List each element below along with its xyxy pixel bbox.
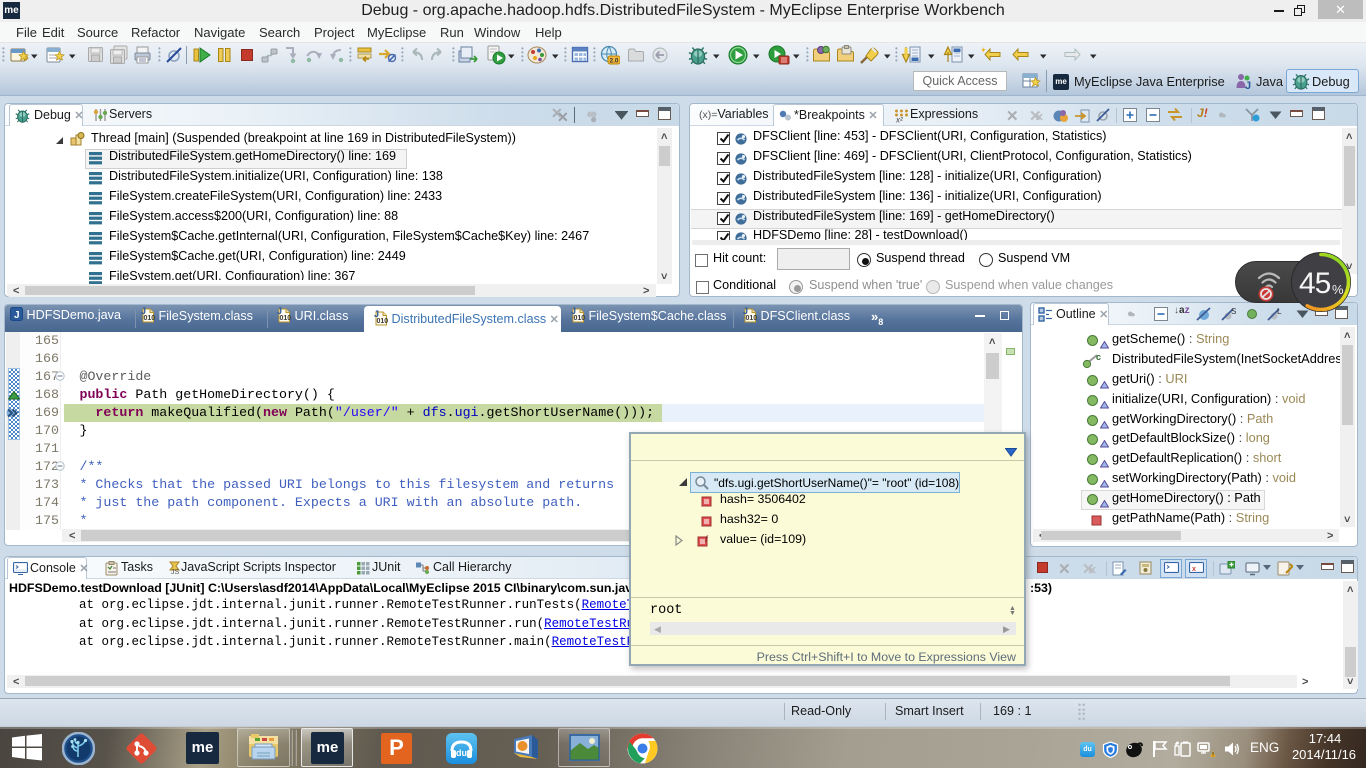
svg-text:J: J xyxy=(374,310,379,319)
svg-text:!: ! xyxy=(1212,753,1214,759)
svg-text:JS: JS xyxy=(171,569,180,576)
svg-text:010: 010 xyxy=(280,315,292,322)
svg-text:010: 010 xyxy=(746,315,758,322)
svg-text:%: % xyxy=(1332,282,1344,297)
svg-text:J: J xyxy=(141,307,146,316)
svg-text:010: 010 xyxy=(377,318,389,325)
svg-text:010: 010 xyxy=(574,315,586,322)
svg-text:x²: x² xyxy=(895,116,903,124)
svg-text:010: 010 xyxy=(144,315,156,322)
svg-text:f: f xyxy=(705,534,709,544)
svg-text:J: J xyxy=(1245,80,1251,91)
svg-text:J: J xyxy=(277,307,282,316)
svg-text:x: x xyxy=(1192,566,1196,573)
svg-text:J: J xyxy=(743,307,748,316)
svg-text:J: J xyxy=(14,310,20,321)
svg-text:c: c xyxy=(1096,352,1101,362)
svg-text:du: du xyxy=(456,748,467,758)
svg-text:J: J xyxy=(571,307,576,316)
svg-text:2.0: 2.0 xyxy=(610,58,619,65)
svg-text:45: 45 xyxy=(1299,267,1331,300)
